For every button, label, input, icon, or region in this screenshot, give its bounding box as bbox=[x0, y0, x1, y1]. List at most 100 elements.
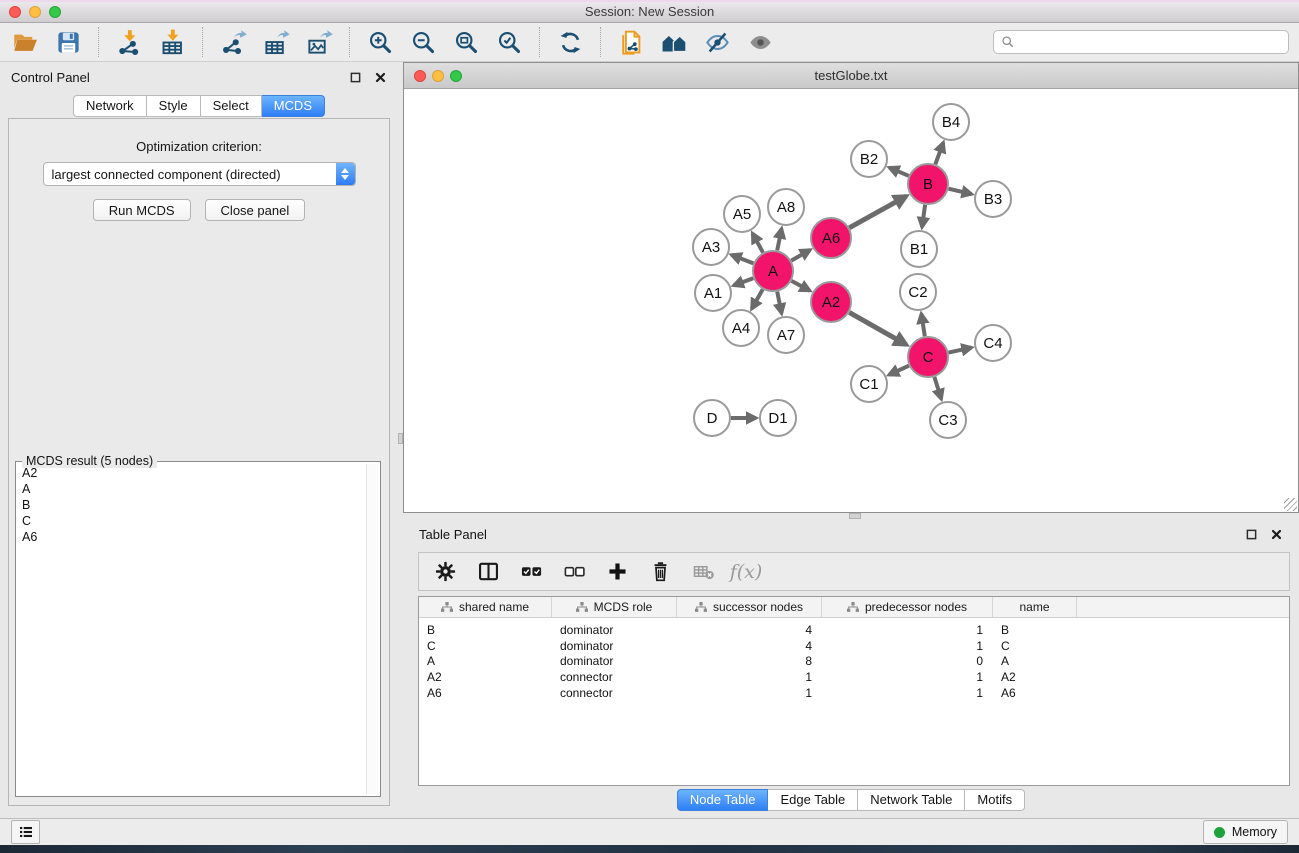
graph-node-B4[interactable]: B4 bbox=[933, 104, 969, 140]
graph-node-C[interactable]: C bbox=[908, 337, 948, 377]
search-field[interactable] bbox=[993, 30, 1289, 54]
network-window-titlebar[interactable]: testGlobe.txt bbox=[404, 63, 1298, 89]
table-row-A2[interactable]: A2connector11A2 bbox=[419, 669, 1289, 685]
zoom-fit-button[interactable] bbox=[451, 27, 482, 58]
graph-node-A8[interactable]: A8 bbox=[768, 189, 804, 225]
graph-node-B1[interactable]: B1 bbox=[901, 231, 937, 267]
criterion-dropdown[interactable]: largest connected component (directed) bbox=[43, 162, 356, 186]
tab-style[interactable]: Style bbox=[147, 95, 201, 117]
result-item-A2[interactable]: A2 bbox=[18, 465, 365, 481]
memory-status-icon bbox=[1214, 827, 1225, 838]
zoom-in-button[interactable] bbox=[365, 27, 396, 58]
zoom-window-button[interactable] bbox=[49, 6, 61, 18]
graph-node-B3[interactable]: B3 bbox=[975, 181, 1011, 217]
column-header-MCDS-role[interactable]: MCDS role bbox=[552, 597, 677, 617]
save-session-button[interactable] bbox=[53, 27, 84, 58]
graph-node-B[interactable]: B bbox=[908, 164, 948, 204]
graph-edge-C-C2 bbox=[921, 314, 925, 337]
graph-node-D1[interactable]: D1 bbox=[760, 400, 796, 436]
export-image-button[interactable] bbox=[304, 27, 335, 58]
graph-edge-A-A1 bbox=[734, 278, 754, 285]
network-minimize-button[interactable] bbox=[432, 70, 444, 82]
hide-panels-button[interactable] bbox=[702, 27, 733, 58]
graph-node-C4[interactable]: C4 bbox=[975, 325, 1011, 361]
graph-node-C1[interactable]: C1 bbox=[851, 366, 887, 402]
minimize-window-button[interactable] bbox=[29, 6, 41, 18]
new-network-button[interactable] bbox=[616, 27, 647, 58]
column-type-icon bbox=[847, 602, 859, 613]
graph-node-C2[interactable]: C2 bbox=[900, 274, 936, 310]
column-header-name[interactable]: name bbox=[993, 597, 1077, 617]
network-zoom-button[interactable] bbox=[450, 70, 462, 82]
add-column-button[interactable] bbox=[604, 559, 630, 585]
graph-node-A[interactable]: A bbox=[753, 251, 793, 291]
zoom-out-button[interactable] bbox=[408, 27, 439, 58]
table-row-A[interactable]: Adominator80A bbox=[419, 654, 1289, 670]
search-input[interactable] bbox=[1019, 34, 1281, 50]
close-panel-button-2[interactable]: Close panel bbox=[205, 199, 306, 221]
graph-node-A5[interactable]: A5 bbox=[724, 196, 760, 232]
split-view-button[interactable] bbox=[475, 559, 501, 585]
console-button[interactable] bbox=[11, 820, 40, 844]
app-titlebar: Session: New Session bbox=[0, 0, 1299, 23]
home-button[interactable] bbox=[659, 27, 690, 58]
import-network-button[interactable] bbox=[114, 27, 145, 58]
tab-edge-table[interactable]: Edge Table bbox=[768, 789, 858, 811]
graph-node-A7[interactable]: A7 bbox=[768, 317, 804, 353]
graph-node-A4[interactable]: A4 bbox=[723, 310, 759, 346]
table-row-B[interactable]: Bdominator41B bbox=[419, 622, 1289, 638]
tab-network-table[interactable]: Network Table bbox=[858, 789, 965, 811]
tab-motifs[interactable]: Motifs bbox=[965, 789, 1025, 811]
result-item-A6[interactable]: A6 bbox=[18, 529, 365, 545]
result-item-C[interactable]: C bbox=[18, 513, 365, 529]
network-canvas[interactable]: B4 B2 B B3 A8A5 A6 A3 B1 A C2 A1 A2 A4A7 C4 C C1 D D1 C3 bbox=[404, 89, 1298, 512]
graph-node-A1[interactable]: A1 bbox=[695, 275, 731, 311]
graph-node-B2[interactable]: B2 bbox=[851, 141, 887, 177]
list-icon bbox=[17, 823, 35, 841]
float-panel-button[interactable] bbox=[348, 70, 362, 84]
deselect-all-columns-button[interactable] bbox=[561, 559, 587, 585]
control-panel: Control Panel NetworkStyleSelectMCDS Opt… bbox=[0, 62, 398, 818]
run-mcds-button[interactable]: Run MCDS bbox=[93, 199, 191, 221]
export-table-icon bbox=[263, 29, 290, 56]
hide-panels-icon bbox=[704, 29, 731, 56]
column-header-successor-nodes[interactable]: successor nodes bbox=[677, 597, 822, 617]
zoom-selected-button[interactable] bbox=[494, 27, 525, 58]
close-window-button[interactable] bbox=[9, 6, 21, 18]
tab-network[interactable]: Network bbox=[73, 95, 147, 117]
search-icon bbox=[1001, 35, 1015, 49]
graph-node-A6[interactable]: A6 bbox=[811, 218, 851, 258]
tab-select[interactable]: Select bbox=[201, 95, 262, 117]
show-panels-button[interactable] bbox=[745, 27, 776, 58]
network-close-button[interactable] bbox=[414, 70, 426, 82]
graph-edge-B-B4 bbox=[935, 143, 943, 165]
settings-button[interactable] bbox=[432, 559, 458, 585]
column-header-shared-name[interactable]: shared name bbox=[419, 597, 552, 617]
graph-node-A3[interactable]: A3 bbox=[693, 229, 729, 265]
refresh-button[interactable] bbox=[555, 27, 586, 58]
table-row-A6[interactable]: A6connector11A6 bbox=[419, 685, 1289, 701]
import-table-button[interactable] bbox=[157, 27, 188, 58]
close-panel-button[interactable] bbox=[373, 70, 387, 84]
float-table-panel-button[interactable] bbox=[1244, 527, 1258, 541]
graph-node-A2[interactable]: A2 bbox=[811, 282, 851, 322]
export-table-button[interactable] bbox=[261, 27, 292, 58]
memory-button[interactable]: Memory bbox=[1203, 820, 1288, 844]
result-item-A[interactable]: A bbox=[18, 481, 365, 497]
tab-mcds[interactable]: MCDS bbox=[262, 95, 325, 117]
close-table-panel-button[interactable] bbox=[1269, 527, 1283, 541]
table-row-C[interactable]: Cdominator41C bbox=[419, 638, 1289, 654]
result-item-B[interactable]: B bbox=[18, 497, 365, 513]
column-header-predecessor-nodes[interactable]: predecessor nodes bbox=[822, 597, 993, 617]
export-network-button[interactable] bbox=[218, 27, 249, 58]
graph-node-D[interactable]: D bbox=[694, 400, 730, 436]
open-file-button[interactable] bbox=[10, 27, 41, 58]
select-all-columns-button[interactable] bbox=[518, 559, 544, 585]
window-resize-grip[interactable] bbox=[1284, 498, 1297, 511]
network-graph: B4 B2 B B3 A8A5 A6 A3 B1 A C2 A1 A2 A4A7 C4 C C1 D D1 C3 bbox=[404, 89, 1298, 512]
tab-node-table[interactable]: Node Table bbox=[677, 789, 769, 811]
delete-column-button[interactable] bbox=[647, 559, 673, 585]
optimization-criterion-label: Optimization criterion: bbox=[9, 119, 389, 154]
graph-node-C3[interactable]: C3 bbox=[930, 402, 966, 438]
result-scrollbar[interactable] bbox=[366, 464, 378, 794]
